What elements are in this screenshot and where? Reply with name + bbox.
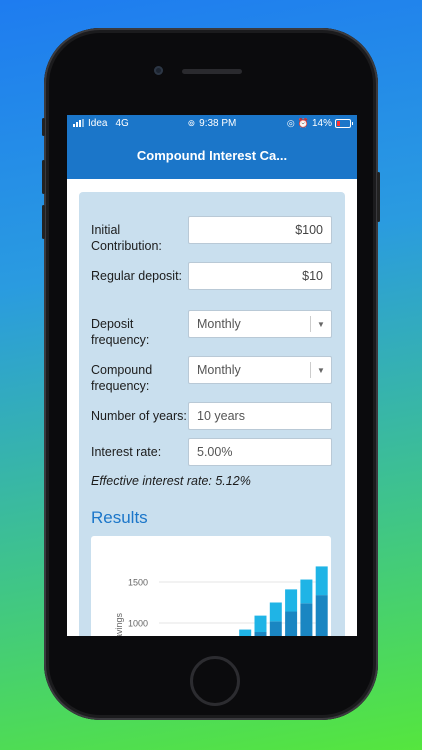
bar-segment [315, 595, 328, 636]
side-button [42, 118, 45, 136]
battery-icon [335, 118, 353, 128]
bar-segment [254, 632, 267, 636]
y-tick-label: 1000 [128, 619, 148, 629]
page-title: Compound Interest Ca... [136, 147, 288, 163]
main-content: Initial Contribution: $100 Regular depos… [67, 179, 357, 636]
bar-segment [254, 615, 267, 633]
deposit-frequency-label: Deposit frequency: [91, 317, 150, 347]
battery-percent: 14% [311, 117, 332, 129]
effective-interest-rate: Effective interest rate: 5.12% [91, 474, 251, 488]
volume-up-button [42, 160, 45, 194]
volume-down-button [42, 205, 45, 239]
bar-segment [300, 579, 313, 604]
deposit-frequency-value: Monthly [197, 317, 241, 331]
number-of-years-input[interactable]: 10 years [188, 402, 332, 430]
bar-segment [315, 566, 328, 596]
home-button[interactable] [190, 656, 240, 706]
deposit-frequency-row: Deposit frequency: Monthly ▼ [91, 310, 333, 348]
bar-segment [285, 589, 298, 612]
bar-segment [239, 629, 252, 636]
y-axis-label: Savings [114, 612, 124, 636]
compound-frequency-label: Compound frequency: [91, 363, 153, 393]
bar-segment [269, 602, 282, 622]
regular-deposit-row: Regular deposit: $10 [91, 262, 333, 290]
compound-frequency-row: Compound frequency: Monthly ▼ [91, 356, 333, 394]
status-time: 9:38 PM [199, 117, 237, 129]
interest-rate-row: Interest rate: 5.00% [91, 438, 333, 466]
alarm-icon: ⏰ [297, 117, 309, 128]
regular-deposit-input[interactable]: $10 [188, 262, 332, 290]
deposit-frequency-select[interactable]: Monthly ▼ [188, 310, 332, 338]
results-heading: Results [91, 508, 148, 527]
bar-segment [300, 603, 313, 636]
initial-contribution-input[interactable]: $100 [188, 216, 332, 244]
savings-chart-svg: 50010001500Savings [114, 566, 328, 636]
signal-icon [73, 119, 84, 127]
hotspot-icon: ⊚ [187, 117, 196, 128]
rotation-lock-icon: ◎ [286, 117, 295, 128]
interest-rate-input[interactable]: 5.00% [188, 438, 332, 466]
initial-contribution-label: Initial Contribution: [91, 223, 162, 253]
compound-frequency-value: Monthly [197, 363, 241, 377]
screen: Idea 4G ⊚ 9:38 PM ◎ ⏰ 14% Compound Inter… [67, 115, 357, 636]
status-bar: Idea 4G ⊚ 9:38 PM ◎ ⏰ 14% [67, 115, 357, 131]
carrier-name: Idea [88, 117, 108, 129]
calculator-card: Initial Contribution: $100 Regular depos… [79, 192, 345, 636]
chevron-down-icon: ▼ [310, 316, 331, 332]
y-tick-label: 1500 [128, 578, 148, 588]
interest-rate-label: Interest rate: [91, 445, 162, 459]
earpiece-speaker [182, 69, 242, 74]
navigation-bar: Compound Interest Ca... [67, 131, 357, 179]
bar-segment [285, 611, 298, 636]
power-button [377, 172, 380, 222]
front-camera [154, 66, 163, 75]
network-type: 4G [115, 117, 129, 129]
initial-contribution-row: Initial Contribution: $100 [91, 216, 333, 254]
bar-segment [269, 621, 282, 636]
savings-chart: 50010001500Savings [91, 536, 331, 636]
number-of-years-row: Number of years: 10 years [91, 402, 333, 430]
chevron-down-icon: ▼ [310, 362, 331, 378]
number-of-years-label: Number of years: [91, 409, 187, 423]
regular-deposit-label: Regular deposit: [91, 269, 183, 283]
compound-frequency-select[interactable]: Monthly ▼ [188, 356, 332, 384]
